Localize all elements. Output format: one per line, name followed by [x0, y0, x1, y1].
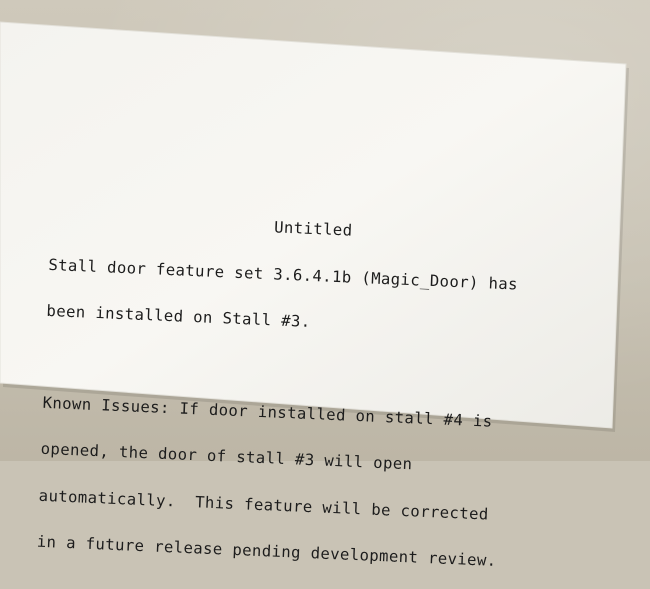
receipt-body-line: Stall door feature set 3.6.4.1b (Magic_D… — [48, 255, 519, 294]
known-issues-line: automatically. This feature will be corr… — [38, 486, 490, 524]
known-issues-line: Known Issues: If door installed on stall… — [42, 393, 493, 431]
receipt-text-block: Untitled Stall door feature set 3.6.4.1b… — [36, 180, 612, 589]
known-issues-line: opened, the door of stall #3 will open — [40, 439, 413, 474]
known-issues-line: in a future release pending development … — [36, 532, 497, 570]
receipt-body-line: been installed on Stall #3. — [46, 301, 311, 331]
receipt-title: Untitled — [273, 218, 353, 240]
